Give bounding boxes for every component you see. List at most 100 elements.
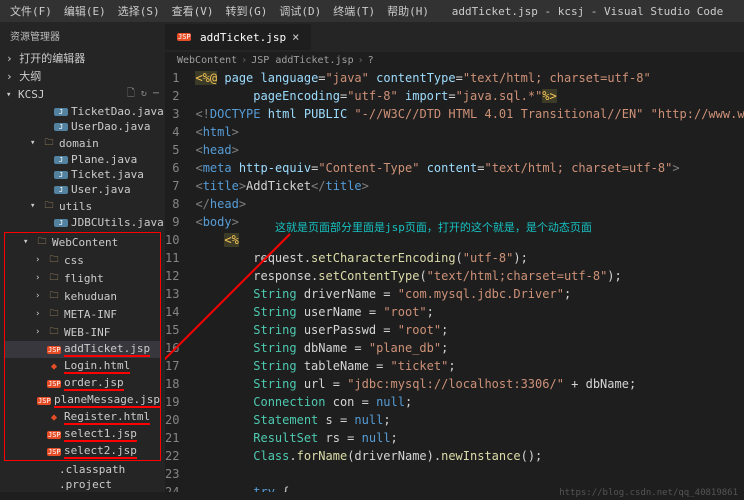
tree-label: .project (59, 478, 112, 491)
explorer-header: 资源管理器 (0, 22, 165, 49)
jsp-icon: JSP (47, 346, 61, 354)
tree-item[interactable]: .classpath (0, 462, 165, 477)
tree-item[interactable]: .project (0, 477, 165, 492)
tree-label: WebContent (52, 236, 118, 249)
editor-area: JSP addTicket.jsp × WebContent› JSP addT… (165, 22, 744, 492)
chevron-icon: ▾ (23, 237, 35, 247)
java-icon: J (54, 156, 68, 164)
java-icon: J (54, 108, 68, 116)
open-editors-section[interactable]: › 打开的编辑器 (0, 49, 165, 67)
tree-item[interactable]: ⬥Register.html (5, 409, 160, 426)
tree-label: planeMessage.jsp (54, 393, 160, 408)
breadcrumb[interactable]: WebContent› JSP addTicket.jsp› ? (165, 52, 744, 69)
tree-item[interactable]: JPlane.java (0, 152, 165, 167)
tree-item[interactable]: JSPselect2.jsp (5, 443, 160, 460)
menu-item[interactable]: 选择(S) (112, 5, 166, 18)
tree-label: css (64, 254, 84, 267)
tree-label: flight (64, 272, 104, 285)
tree-item[interactable]: JSPplaneMessage.jsp (5, 392, 160, 409)
java-icon: J (54, 219, 68, 227)
tree-item[interactable]: JSPorder.jsp (5, 375, 160, 392)
tree-label: select1.jsp (64, 427, 137, 442)
tree-label: .classpath (59, 463, 125, 476)
tree-item[interactable]: ▾🗀WebContent (5, 233, 160, 251)
menu-item[interactable]: 查看(V) (166, 5, 220, 18)
tree-item[interactable]: JSPaddTicket.jsp (5, 341, 160, 358)
tree-label: utils (59, 200, 92, 213)
jsp-icon: JSP (37, 397, 51, 405)
tree-label: addTicket.jsp (64, 342, 150, 357)
tree-item[interactable]: JUserDao.java (0, 119, 165, 134)
watermark: https://blog.csdn.net/qq_40819861 (559, 488, 738, 498)
explorer-sidebar: 资源管理器 › 打开的编辑器 › 大纲 ▾KCSJ🗋 ↻ ⋯ JTicketDa… (0, 22, 165, 492)
java-icon: J (54, 123, 68, 131)
tree-label: WEB-INF (64, 326, 110, 339)
menu-item[interactable]: 帮助(H) (381, 5, 435, 18)
tree-item[interactable]: ›🗀WEB-INF (5, 323, 160, 341)
menu-item[interactable]: 调试(D) (273, 5, 327, 18)
java-icon: J (54, 186, 68, 194)
folder-icon: 🗀 (47, 306, 61, 322)
tree-item[interactable]: ›🗀META-INF (5, 305, 160, 323)
menu-item[interactable]: 终端(T) (327, 5, 381, 18)
tree-label: META-INF (64, 308, 117, 321)
jsp-icon: JSP (47, 431, 61, 439)
java-icon: J (54, 171, 68, 179)
code-editor[interactable]: 1234567891011121314151617181920212223242… (165, 69, 744, 492)
jsp-icon: JSP (47, 380, 61, 388)
tab-label: addTicket.jsp (200, 31, 286, 44)
tree-label: kehuduan (64, 290, 117, 303)
tree-label: User.java (71, 183, 131, 196)
html-icon: ⬥ (47, 413, 61, 423)
highlighted-tree-section: ▾🗀WebContent›🗀css›🗀flight›🗀kehuduan›🗀MET… (4, 232, 161, 461)
tree-label: TicketDao.java (71, 105, 164, 118)
tree-item[interactable]: ▾🗀domain (0, 134, 165, 152)
menu-bar: 文件(F)编辑(E)选择(S)查看(V)转到(G)调试(D)终端(T)帮助(H) (4, 3, 435, 19)
chevron-icon: › (35, 309, 47, 319)
root-folder[interactable]: ▾KCSJ🗋 ↻ ⋯ (0, 85, 165, 104)
chevron-icon: › (35, 291, 47, 301)
editor-tabs: JSP addTicket.jsp × (165, 22, 744, 52)
chevron-icon: › (35, 327, 47, 337)
jsp-icon: JSP (177, 33, 191, 41)
close-icon[interactable]: × (292, 30, 299, 44)
menu-item[interactable]: 编辑(E) (58, 5, 112, 18)
menu-item[interactable]: 转到(G) (220, 5, 274, 18)
folder-icon: 🗀 (35, 234, 49, 250)
tree-label: select2.jsp (64, 444, 137, 459)
chevron-icon: ▾ (30, 138, 42, 148)
folder-icon: 🗀 (47, 288, 61, 304)
tree-label: Register.html (64, 410, 150, 425)
folder-icon: 🗀 (47, 324, 61, 340)
folder-icon: 🗀 (42, 135, 56, 151)
tree-label: domain (59, 137, 99, 150)
tree-item[interactable]: JSPselect1.jsp (5, 426, 160, 443)
tree-item[interactable]: ›🗀css (5, 251, 160, 269)
tree-label: Ticket.java (71, 168, 144, 181)
tree-item[interactable]: JUser.java (0, 182, 165, 197)
tree-item[interactable]: ▾🗀utils (0, 197, 165, 215)
outline-section[interactable]: › 大纲 (0, 67, 165, 85)
tree-item[interactable]: JTicketDao.java (0, 104, 165, 119)
tree-label: JDBCUtils.java (71, 216, 164, 229)
window-title: addTicket.jsp - kcsj - Visual Studio Cod… (435, 5, 740, 18)
chevron-icon: › (35, 255, 47, 265)
jsp-icon: JSP (47, 448, 61, 456)
folder-icon: 🗀 (47, 270, 61, 286)
tree-label: order.jsp (64, 376, 124, 391)
tree-label: Login.html (64, 359, 130, 374)
annotation-text: 这就是页面部分里面是jsp页面，打开的这个就是，是个动态页面 (275, 219, 592, 235)
tree-item[interactable]: ⬥Login.html (5, 358, 160, 375)
tree-item[interactable]: ›🗀kehuduan (5, 287, 160, 305)
html-icon: ⬥ (47, 362, 61, 372)
tree-item[interactable]: JJDBCUtils.java (0, 215, 165, 230)
title-bar: 文件(F)编辑(E)选择(S)查看(V)转到(G)调试(D)终端(T)帮助(H)… (0, 0, 744, 22)
chevron-icon: › (35, 273, 47, 283)
folder-icon: 🗀 (42, 198, 56, 214)
tab-addticket[interactable]: JSP addTicket.jsp × (165, 24, 311, 50)
menu-item[interactable]: 文件(F) (4, 5, 58, 18)
tree-item[interactable]: JTicket.java (0, 167, 165, 182)
folder-icon: 🗀 (47, 252, 61, 268)
tree-item[interactable]: ›🗀flight (5, 269, 160, 287)
tree-label: UserDao.java (71, 120, 150, 133)
